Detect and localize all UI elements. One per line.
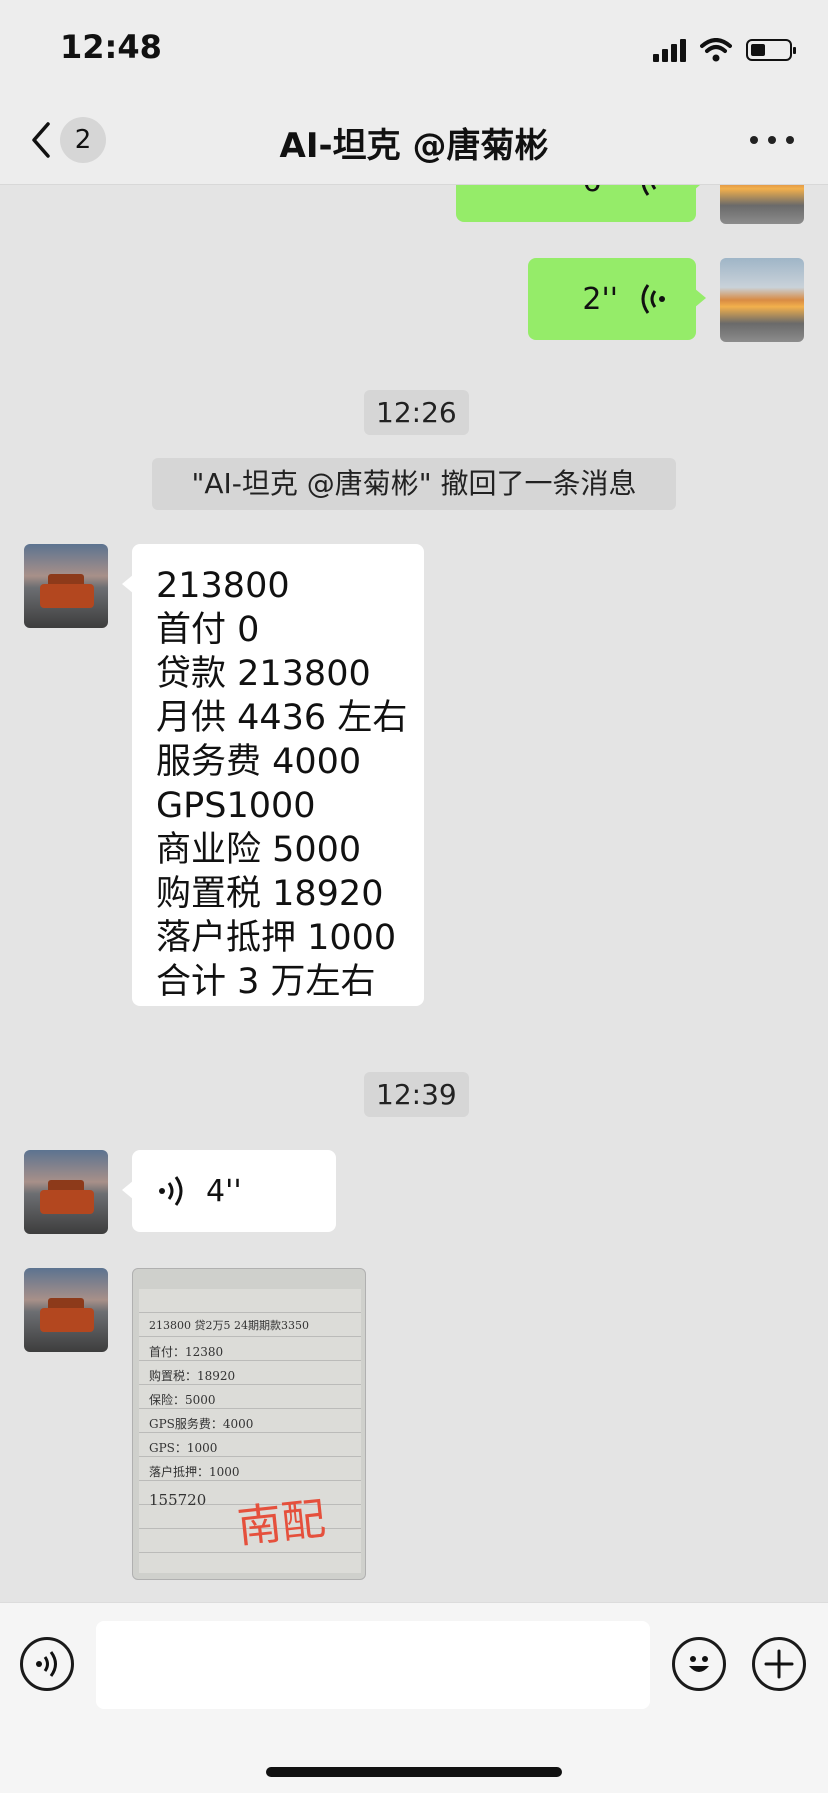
voice-duration: 4'' [206, 1173, 242, 1209]
outgoing-voice-message[interactable]: 2'' [528, 258, 706, 340]
note-line: 落户抵押：1000 [149, 1465, 240, 1479]
message-list[interactable]: 6'' 2'' 12:26 "AI-坦克 @唐菊彬" 撤回了一条消息 21380… [0, 184, 828, 1602]
status-bar: 12:48 [0, 0, 828, 96]
emoji-icon [689, 1656, 709, 1672]
note-line: 购置税：18920 [149, 1369, 236, 1383]
message-line: 213800 [156, 566, 290, 606]
timestamp: 12:26 [364, 390, 469, 435]
status-icons [653, 36, 796, 64]
status-time: 12:48 [60, 28, 162, 66]
my-avatar[interactable] [720, 258, 804, 342]
more-dots-icon[interactable] [750, 126, 794, 154]
note-line: 首付：12380 [149, 1345, 224, 1359]
voice-duration: 6'' [582, 184, 618, 199]
incoming-photo-message[interactable]: 213800 贷2万5 24期期款3350 首付：12380 购置税：18920… [132, 1268, 366, 1580]
outgoing-voice-message[interactable]: 6'' [456, 184, 706, 222]
message-line: 商业险 5000 [156, 830, 362, 870]
voice-duration: 2'' [582, 281, 618, 317]
chat-header: 2 AI-坦克 @唐菊彬 [0, 96, 828, 185]
home-indicator[interactable] [266, 1767, 562, 1777]
note-line: 155720 [149, 1491, 207, 1509]
message-input[interactable] [96, 1621, 650, 1709]
my-avatar[interactable] [720, 184, 804, 224]
voice-wave-icon [641, 184, 657, 196]
note-line: 213800 贷2万5 24期期款3350 [149, 1319, 309, 1332]
note-line: GPS：1000 [149, 1441, 218, 1455]
voice-input-button[interactable] [20, 1637, 74, 1691]
battery-icon [746, 39, 796, 61]
incoming-text-message[interactable]: 213800 首付 0 贷款 213800 月供 4436 左右 服务费 400… [122, 544, 424, 1006]
plus-icon [764, 1649, 794, 1679]
contact-avatar[interactable] [24, 1268, 108, 1352]
message-line: 合计 3 万左右 [156, 962, 376, 1002]
message-line: 服务费 4000 [156, 742, 362, 782]
voice-wave-icon [641, 284, 665, 314]
message-line: 首付 0 [156, 610, 260, 650]
contact-avatar[interactable] [24, 1150, 108, 1234]
handwritten-stamp: 南配 [235, 1493, 328, 1554]
note-line: 保险：5000 [149, 1393, 216, 1407]
message-line: GPS1000 [156, 786, 316, 826]
voice-wave-icon [36, 1651, 57, 1677]
voice-wave-icon [159, 1176, 183, 1206]
chat-title: AI-坦克 @唐菊彬 [279, 126, 549, 166]
message-line: 购置税 18920 [156, 874, 384, 914]
message-text: 213800 首付 0 贷款 213800 月供 4436 左右 服务费 400… [132, 544, 424, 1018]
timestamp: 12:39 [364, 1072, 469, 1117]
cellular-signal-icon [653, 38, 686, 62]
more-functions-button[interactable] [752, 1637, 806, 1691]
contact-avatar[interactable] [24, 544, 108, 628]
wifi-icon [700, 38, 732, 62]
input-bar [0, 1602, 828, 1793]
message-line: 贷款 213800 [156, 654, 371, 694]
message-line: 月供 4436 左右 [156, 698, 408, 738]
note-line: GPS服务费：4000 [149, 1417, 254, 1431]
recall-notice: "AI-坦克 @唐菊彬" 撤回了一条消息 [152, 458, 676, 510]
message-line: 落户抵押 1000 [156, 918, 397, 958]
emoji-button[interactable] [672, 1637, 726, 1691]
incoming-voice-message[interactable]: 4'' [122, 1150, 336, 1232]
